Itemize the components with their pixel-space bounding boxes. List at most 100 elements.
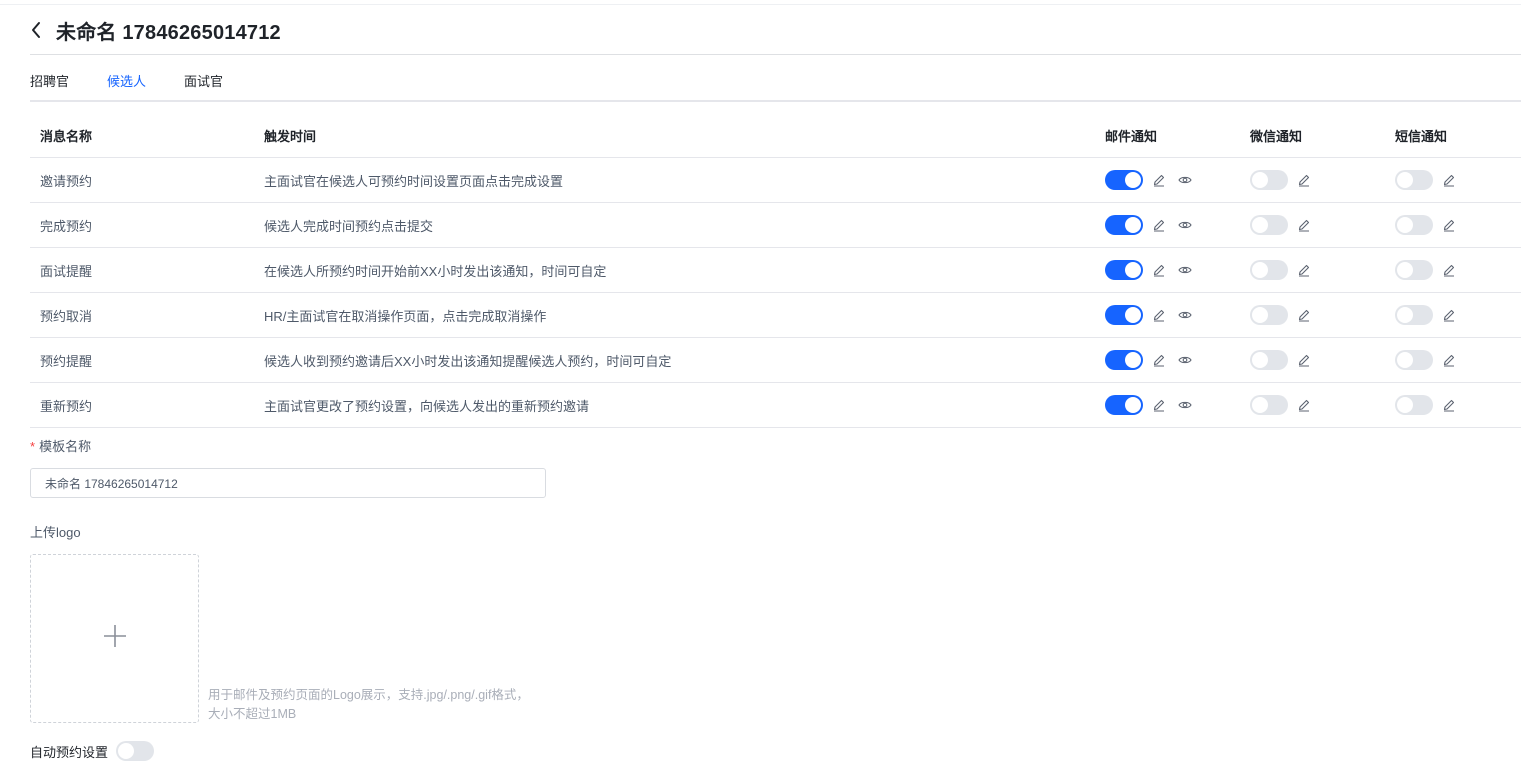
wechat-cell (1250, 305, 1395, 325)
tab-candidate[interactable]: 候选人 (107, 64, 147, 102)
table-row: 邀请预约 主面试官在候选人可预约时间设置页面点击完成设置 (30, 158, 1521, 203)
page-title: 未命名 17846265014712 (56, 21, 281, 44)
edit-pencil-icon[interactable] (1151, 217, 1167, 233)
column-header-trigger: 触发时间 (264, 129, 317, 144)
table-row: 预约提醒 候选人收到预约邀请后XX小时发出该通知提醒候选人预约，时间可自定 (30, 338, 1521, 383)
wechat-cell (1250, 170, 1395, 190)
preview-eye-icon[interactable] (1177, 397, 1193, 413)
edit-pencil-icon[interactable] (1151, 262, 1167, 278)
preview-eye-icon[interactable] (1177, 307, 1193, 323)
preview-eye-icon[interactable] (1177, 217, 1193, 233)
wechat-notify-switch[interactable] (1250, 350, 1288, 370)
auto-booking-label: 自动预约设置 (30, 744, 109, 760)
email-cell (1105, 170, 1250, 190)
wechat-notify-switch[interactable] (1250, 395, 1288, 415)
edit-pencil-icon[interactable] (1441, 307, 1457, 323)
email-notify-switch[interactable] (1105, 215, 1143, 235)
switch-knob (1125, 217, 1141, 233)
tab-recruiter[interactable]: 招聘官 (30, 64, 69, 102)
logo-upload-button[interactable] (30, 554, 199, 723)
sms-cell (1395, 350, 1515, 370)
upload-logo-label: 上传logo (30, 525, 81, 540)
sms-cell (1395, 395, 1515, 415)
switch-knob (1125, 172, 1141, 188)
sms-notify-switch[interactable] (1395, 215, 1433, 235)
wechat-cell (1250, 215, 1395, 235)
column-header-name: 消息名称 (40, 129, 93, 144)
sms-notify-switch[interactable] (1395, 350, 1433, 370)
edit-pencil-icon[interactable] (1296, 172, 1312, 188)
edit-pencil-icon[interactable] (1151, 307, 1167, 323)
email-cell (1105, 215, 1250, 235)
notification-table: 消息名称 触发时间 邮件通知 微信通知 短信通知 邀请预约 主面试官在候选人可预约… (30, 114, 1521, 428)
edit-pencil-icon[interactable] (1296, 307, 1312, 323)
edit-pencil-icon[interactable] (1441, 172, 1457, 188)
switch-knob (1252, 307, 1268, 323)
switch-knob (1252, 172, 1268, 188)
wechat-notify-switch[interactable] (1250, 170, 1288, 190)
preview-eye-icon[interactable] (1177, 172, 1193, 188)
back-arrow-icon[interactable] (30, 19, 48, 41)
sms-notify-switch[interactable] (1395, 260, 1433, 280)
trigger-time: 主面试官更改了预约设置，向候选人发出的重新预约邀请 (264, 398, 590, 414)
table-row: 完成预约 候选人完成时间预约点击提交 (30, 203, 1521, 248)
auto-booking-switch[interactable] (116, 741, 155, 761)
message-name: 面试提醒 (40, 263, 93, 279)
edit-pencil-icon[interactable] (1441, 217, 1457, 233)
wechat-cell (1250, 395, 1395, 415)
sms-notify-switch[interactable] (1395, 305, 1433, 325)
email-notify-switch[interactable] (1105, 170, 1143, 190)
trigger-time: 主面试官在候选人可预约时间设置页面点击完成设置 (264, 173, 564, 189)
wechat-cell (1250, 350, 1395, 370)
edit-pencil-icon[interactable] (1296, 352, 1312, 368)
table-row: 重新预约 主面试官更改了预约设置，向候选人发出的重新预约邀请 (30, 383, 1521, 428)
preview-eye-icon[interactable] (1177, 352, 1193, 368)
template-name-input[interactable] (30, 468, 546, 498)
edit-pencil-icon[interactable] (1151, 397, 1167, 413)
wechat-notify-switch[interactable] (1250, 260, 1288, 280)
email-notify-switch[interactable] (1105, 395, 1143, 415)
email-notify-switch[interactable] (1105, 305, 1143, 325)
email-cell (1105, 350, 1250, 370)
edit-pencil-icon[interactable] (1296, 397, 1312, 413)
sms-cell (1395, 305, 1515, 325)
switch-knob (1397, 262, 1413, 278)
edit-pencil-icon[interactable] (1441, 397, 1457, 413)
edit-pencil-icon[interactable] (1151, 352, 1167, 368)
message-name: 预约提醒 (40, 353, 93, 369)
message-name: 完成预约 (40, 218, 93, 234)
edit-pencil-icon[interactable] (1151, 172, 1167, 188)
preview-eye-icon[interactable] (1177, 262, 1193, 278)
sms-cell (1395, 260, 1515, 280)
switch-knob (1397, 397, 1413, 413)
switch-knob (1125, 352, 1141, 368)
sms-notify-switch[interactable] (1395, 395, 1433, 415)
message-name: 邀请预约 (40, 173, 93, 189)
edit-pencil-icon[interactable] (1296, 217, 1312, 233)
auto-booking-row: 自动预约设置 (30, 740, 155, 762)
page-header: 未命名 17846265014712 (30, 14, 281, 46)
switch-knob (1125, 262, 1141, 278)
tab-interviewer[interactable]: 面试官 (184, 64, 223, 102)
table-row: 面试提醒 在候选人所预约时间开始前XX小时发出该通知，时间可自定 (30, 248, 1521, 293)
edit-pencil-icon[interactable] (1441, 262, 1457, 278)
trigger-time: HR/主面试官在取消操作页面，点击完成取消操作 (264, 308, 547, 324)
trigger-time: 候选人完成时间预约点击提交 (264, 218, 434, 234)
wechat-notify-switch[interactable] (1250, 215, 1288, 235)
edit-pencil-icon[interactable] (1441, 352, 1457, 368)
top-divider (0, 4, 1521, 5)
sms-notify-switch[interactable] (1395, 170, 1433, 190)
switch-knob (1125, 307, 1141, 323)
email-notify-switch[interactable] (1105, 260, 1143, 280)
sms-cell (1395, 215, 1515, 235)
table-header: 消息名称 触发时间 邮件通知 微信通知 短信通知 (30, 114, 1521, 158)
email-notify-switch[interactable] (1105, 350, 1143, 370)
edit-pencil-icon[interactable] (1296, 262, 1312, 278)
message-name: 预约取消 (40, 308, 93, 324)
tabs-divider (30, 100, 1521, 102)
trigger-time: 在候选人所预约时间开始前XX小时发出该通知，时间可自定 (264, 263, 607, 279)
switch-knob (1252, 217, 1268, 233)
wechat-notify-switch[interactable] (1250, 305, 1288, 325)
required-mark: * (30, 439, 36, 454)
sms-cell (1395, 170, 1515, 190)
